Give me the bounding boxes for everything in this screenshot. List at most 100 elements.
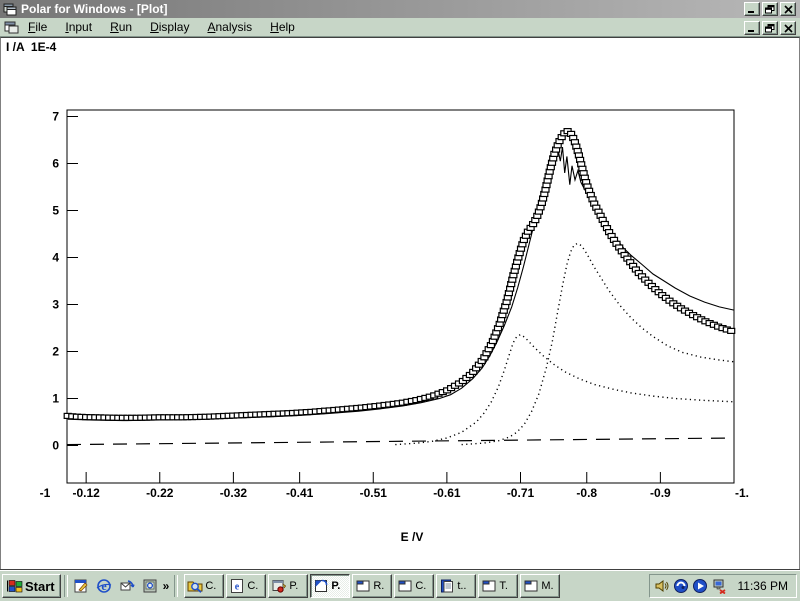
plot-client-area: 0 1 2 3 4 5 6 7 -1 -0.12 -0.22 -0.32 -0.41 -0.51 -0.61…	[0, 37, 800, 571]
task-button-1-search-folder[interactable]: C.	[184, 574, 224, 598]
task-button-label: M.	[541, 580, 553, 592]
menu-item-run[interactable]: Run	[101, 19, 141, 35]
start-button[interactable]: Start	[2, 574, 61, 598]
screen: { "window": { "title": "Polar for Window…	[0, 0, 800, 600]
taskbar-divider	[64, 575, 68, 597]
app-window-icon	[481, 578, 497, 594]
series-component-2	[462, 243, 734, 444]
y-tick-label: 4	[52, 251, 59, 265]
y-tick-label: 2	[52, 345, 59, 359]
minimize-icon	[747, 2, 757, 17]
series-fit-total	[68, 147, 734, 421]
notepad-icon	[439, 578, 455, 594]
x-tick-label: -0.32	[220, 486, 248, 500]
tray-icons	[654, 578, 730, 595]
x-tick-label: -0.12	[72, 486, 100, 500]
y-tick-label: 0	[52, 439, 59, 453]
titlebar-minimize-button[interactable]	[744, 2, 760, 16]
x-tick-label: -0.22	[146, 486, 174, 500]
app-icon	[3, 3, 17, 16]
close-icon	[784, 2, 793, 17]
menu-item-input[interactable]: Input	[56, 19, 101, 35]
ie-page-icon: e	[229, 578, 245, 594]
task-button-label: P.	[331, 580, 340, 592]
menubar-restore-button[interactable]	[762, 21, 778, 35]
window-title: Polar for Windows - [Plot]	[21, 2, 168, 16]
x-tick-label: -0.51	[360, 486, 388, 500]
title-bar[interactable]: Polar for Windows - [Plot]	[0, 0, 800, 18]
task-button-9-app-window[interactable]: M.	[520, 574, 560, 598]
menu-item-display[interactable]: Display	[141, 19, 198, 35]
windows-logo-icon	[5, 578, 23, 594]
task-button-label: T.	[499, 580, 508, 592]
restore-icon	[765, 21, 775, 36]
restore-icon	[765, 2, 775, 17]
y-axis-min-label: -1	[40, 486, 51, 500]
menubar-minimize-button[interactable]	[744, 21, 760, 35]
app-window-icon	[397, 578, 413, 594]
task-button-6-app-window[interactable]: C.	[394, 574, 434, 598]
close-icon	[784, 21, 793, 36]
task-button-label: R.	[373, 580, 384, 592]
titlebar-restore-button[interactable]	[762, 2, 778, 16]
app-window-icon	[355, 578, 371, 594]
internet-explorer-icon[interactable]: e	[96, 578, 113, 595]
x-tick-label: -0.9	[650, 486, 671, 500]
taskbar-divider	[174, 575, 178, 597]
menu-item-file[interactable]: File	[19, 19, 56, 35]
menu-item-help[interactable]: Help	[261, 19, 304, 35]
task-button-5-app-window[interactable]: R.	[352, 574, 392, 598]
media-play-icon[interactable]	[692, 578, 709, 595]
y-tick-label: 3	[52, 298, 59, 312]
outlook-express-icon[interactable]	[119, 578, 136, 595]
y-axis-title: I /A 1E-4	[6, 40, 56, 54]
task-button-2-ie-page[interactable]: e C.	[226, 574, 266, 598]
y-tick-label: 6	[52, 157, 59, 171]
plot-canvas: 0 1 2 3 4 5 6 7 -1 -0.12 -0.22 -0.32 -0.41 -0.51 -0.61…	[1, 38, 799, 570]
task-button-3-paint-app[interactable]: P.	[268, 574, 308, 598]
series-measured	[64, 129, 735, 421]
x-tick-label: -0.61	[433, 486, 461, 500]
titlebar-close-button[interactable]	[780, 2, 796, 16]
start-button-label: Start	[25, 579, 55, 594]
menu-bar: FileInputRunDisplayAnalysisHelp	[0, 18, 800, 37]
svg-text:e: e	[101, 579, 107, 593]
y-tick-label: 7	[52, 110, 59, 124]
polar-app-icon	[313, 578, 329, 594]
media-swirl-icon[interactable]	[673, 578, 690, 595]
plot-window-controls	[742, 21, 796, 35]
task-button-label: C.	[247, 580, 258, 592]
task-button-label: C.	[205, 580, 216, 592]
menu-items: FileInputRunDisplayAnalysisHelp	[19, 19, 304, 35]
task-button-4-polar-app[interactable]: P.	[310, 574, 350, 598]
network-offline-icon[interactable]	[711, 578, 728, 595]
titlebar-controls	[742, 2, 796, 16]
x-tick-label: -0.8	[576, 486, 597, 500]
x-tick-label: -0.41	[286, 486, 314, 500]
show-desktop-icon[interactable]	[73, 578, 90, 595]
y-tick-label: 5	[52, 204, 59, 218]
plot-frame	[67, 110, 734, 483]
task-button-label: t..	[457, 580, 466, 592]
quick-launch-bar: e	[73, 578, 159, 595]
plot-window-icon	[4, 21, 19, 34]
volume-icon[interactable]	[654, 578, 671, 595]
menu-item-analysis[interactable]: Analysis	[198, 19, 261, 35]
x-axis-title: E /V	[357, 530, 467, 544]
taskbar-clock[interactable]: 11:36 PM	[738, 579, 788, 593]
task-button-8-app-window[interactable]: T.	[478, 574, 518, 598]
x-tick-label: -0.71	[507, 486, 535, 500]
svg-text:e: e	[235, 582, 240, 593]
web-window-icon[interactable]	[142, 578, 159, 595]
system-tray: 11:36 PM	[649, 574, 797, 598]
paint-app-icon	[271, 578, 287, 594]
search-folder-icon	[187, 578, 203, 594]
y-tick-label: 1	[52, 392, 59, 406]
task-button-7-notepad[interactable]: t..	[436, 574, 476, 598]
menubar-close-button[interactable]	[780, 21, 796, 35]
task-button-label: P.	[289, 580, 298, 592]
task-buttons: C. e C. P. P. R. C. t.. T. M.	[184, 574, 560, 598]
x-tick-label: -1.	[735, 486, 749, 500]
quick-launch-overflow-chevron[interactable]: »	[163, 579, 170, 593]
minimize-icon	[747, 21, 757, 36]
